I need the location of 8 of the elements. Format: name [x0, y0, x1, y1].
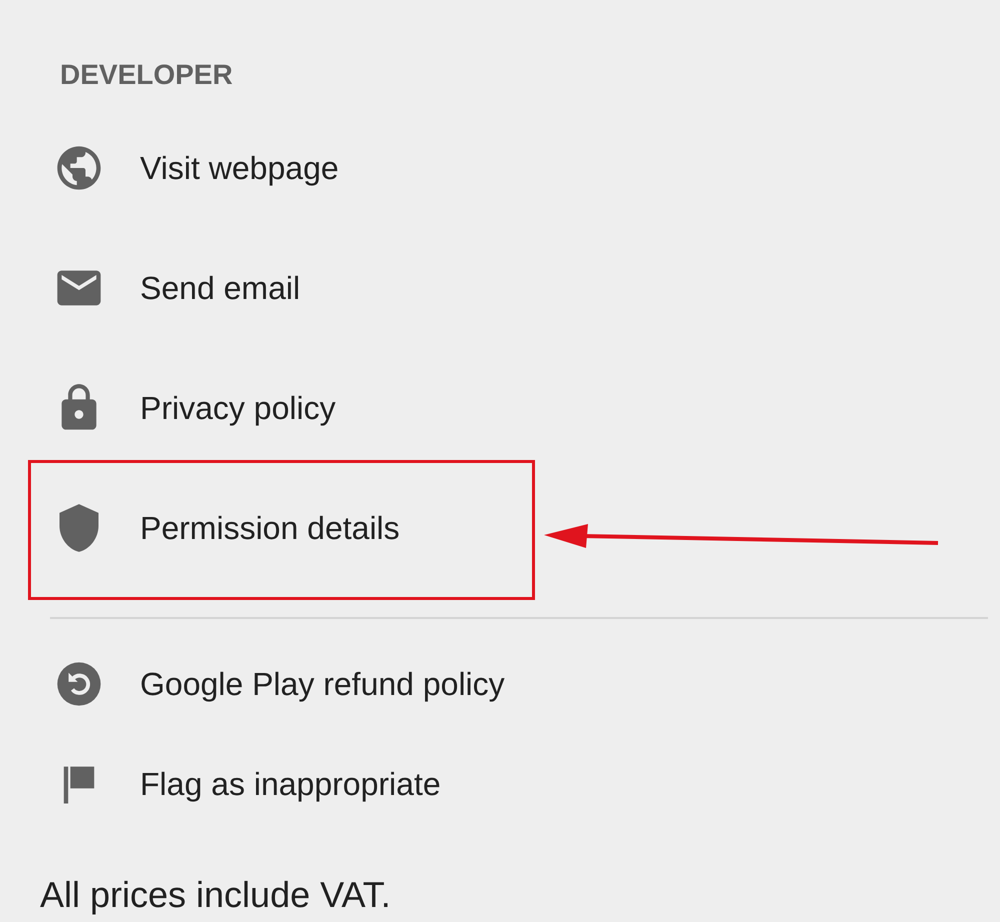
vat-note: All prices include VAT.: [40, 873, 392, 917]
link-label[interactable]: Privacy policy: [140, 390, 336, 426]
link-label[interactable]: Google Play refund policy: [140, 666, 505, 702]
section-title: DEVELOPER: [60, 58, 234, 92]
link-label[interactable]: Permission details: [140, 510, 400, 546]
link-label[interactable]: Send email: [140, 270, 300, 306]
link-label[interactable]: Flag as inappropriate: [140, 766, 441, 802]
link-label[interactable]: Visit webpage: [140, 150, 339, 186]
